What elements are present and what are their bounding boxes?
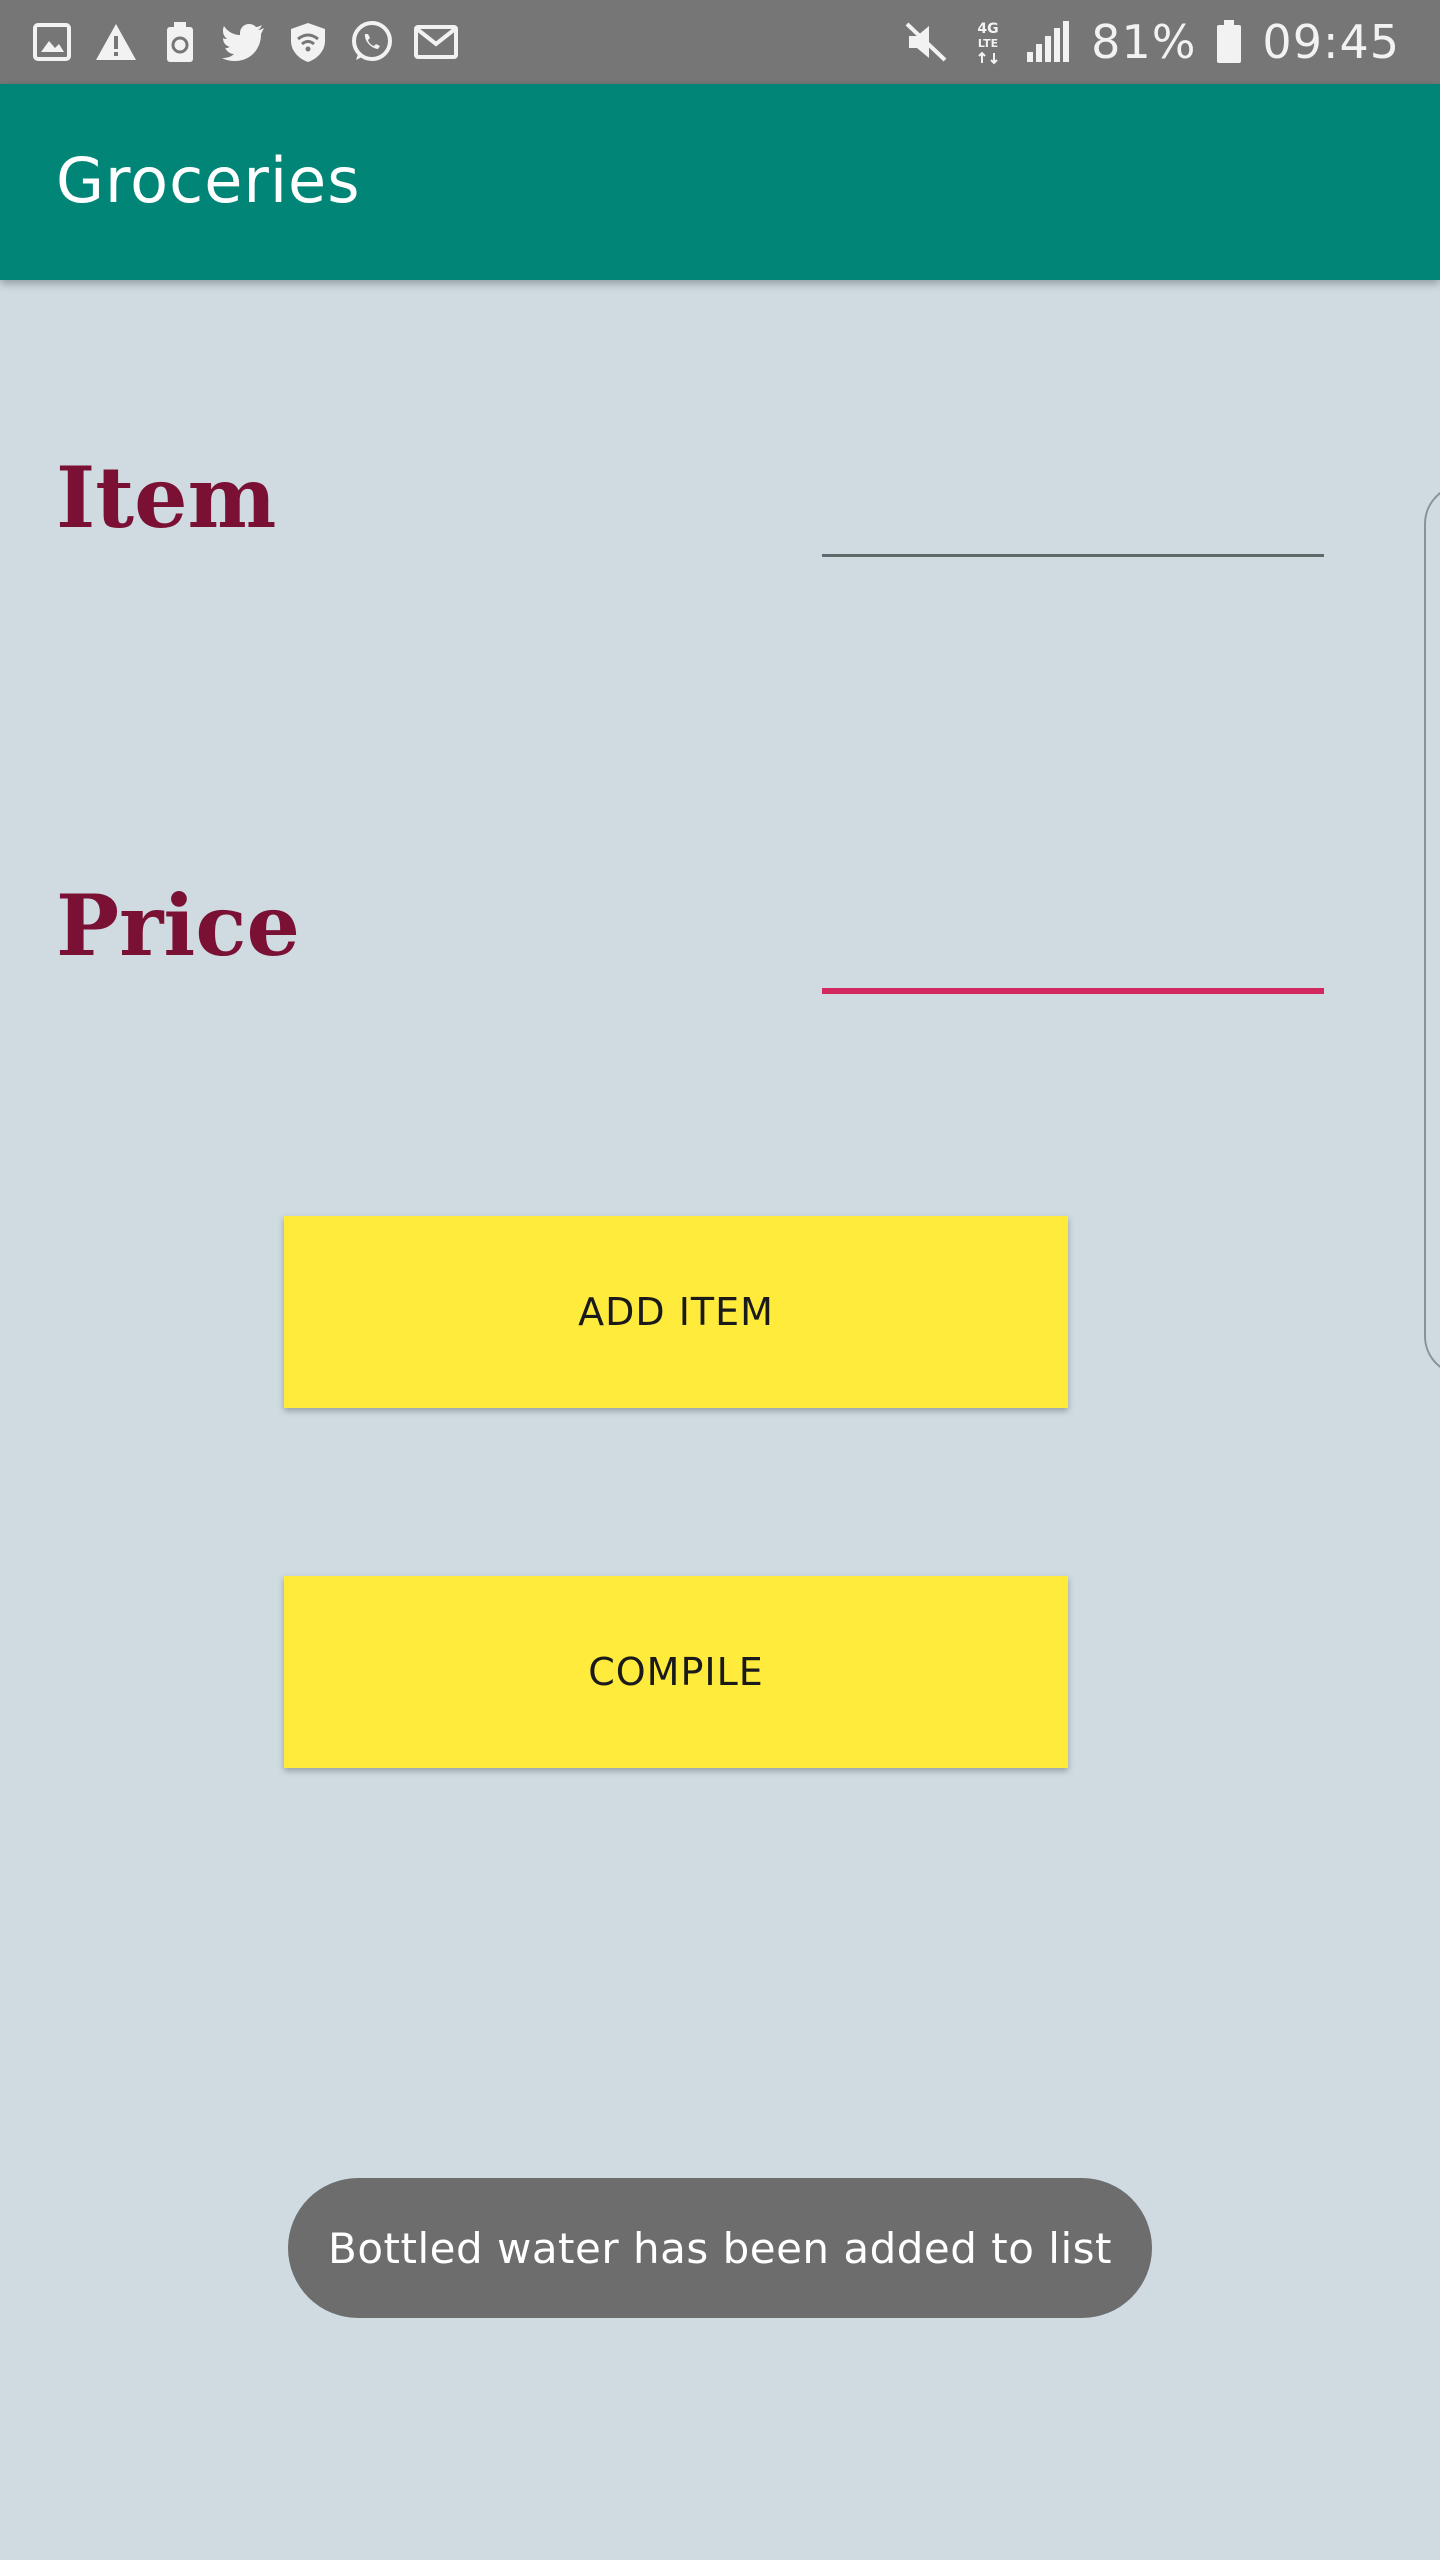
mute-icon <box>903 20 951 64</box>
battery-icon <box>1216 20 1242 64</box>
notification-icons <box>30 0 458 84</box>
lte-4g-icon: 4G LTE <box>971 17 1005 67</box>
item-input[interactable] <box>822 484 1324 557</box>
compile-button[interactable]: COMPILE <box>284 1576 1068 1768</box>
toast: Bottled water has been added to list <box>288 2178 1152 2318</box>
wifi-shield-icon <box>286 20 330 64</box>
add-item-button[interactable]: ADD ITEM <box>284 1216 1068 1408</box>
battery-percent: 81% <box>1091 15 1197 69</box>
app-title: Groceries <box>56 144 361 217</box>
toast-message: Bottled water has been added to list <box>328 2223 1112 2273</box>
warning-icon <box>94 20 138 64</box>
svg-text:LTE: LTE <box>978 37 998 50</box>
system-indicators: 4G LTE 81% 09:45 <box>903 0 1400 84</box>
price-label: Price <box>56 876 300 975</box>
gallery-icon <box>30 20 74 64</box>
status-bar: 4G LTE 81% 09:45 <box>0 0 1440 84</box>
twitter-icon <box>222 20 266 64</box>
signal-icon <box>1025 20 1071 64</box>
clock: 09:45 <box>1262 15 1400 69</box>
svg-text:4G: 4G <box>978 21 999 37</box>
edge-panel-handle[interactable] <box>1424 484 1440 1376</box>
item-label: Item <box>56 448 277 547</box>
app-bar: Groceries <box>0 84 1440 280</box>
mail-icon <box>414 20 458 64</box>
price-input[interactable] <box>822 918 1324 994</box>
whatsapp-icon <box>350 20 394 64</box>
battery-recycle-icon <box>158 20 202 64</box>
